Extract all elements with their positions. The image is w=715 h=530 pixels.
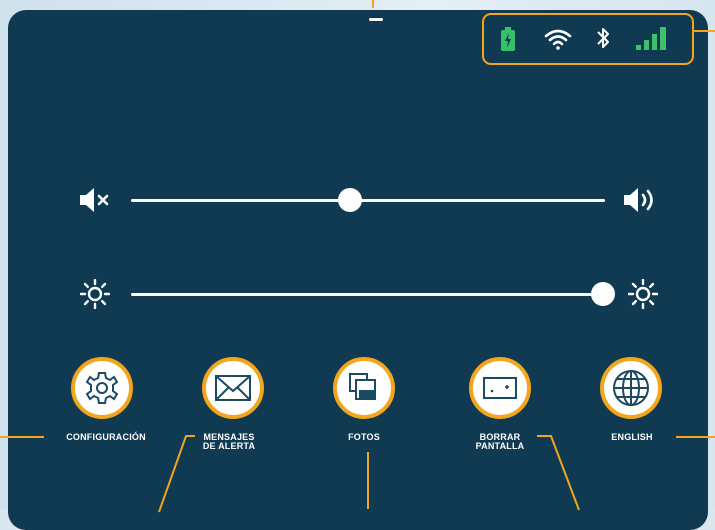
brightness-slider[interactable]: [131, 293, 605, 296]
alert-messages-label: MENSAJES DE ALERTA: [202, 432, 256, 451]
settings-label: CONFIGURACIÓN: [66, 432, 146, 442]
clear-screen-button[interactable]: [469, 357, 531, 419]
envelope-icon: [215, 375, 251, 401]
pull-down-handle[interactable]: [369, 18, 383, 21]
clear-screen-icon: [483, 377, 517, 399]
callout-line-top: [372, 0, 374, 8]
english-language-button[interactable]: [600, 357, 662, 419]
settings-button[interactable]: [71, 357, 133, 419]
status-bar: [482, 13, 694, 65]
battery-charging-icon: [501, 27, 515, 51]
signal-icon: [636, 27, 666, 50]
english-label: ENGLISH: [611, 432, 653, 442]
callout-line-status: [694, 30, 715, 32]
globe-icon: [613, 370, 649, 406]
gear-icon: [85, 372, 119, 404]
mute-icon: [80, 188, 109, 212]
volume-slider[interactable]: [131, 199, 605, 202]
callout-line-photos: [367, 452, 369, 509]
volume-high-icon: [624, 188, 653, 212]
photos-icon: [349, 373, 376, 400]
control-panel-screen: [8, 10, 708, 530]
alert-messages-button[interactable]: [202, 357, 264, 419]
brightness-slider-knob[interactable]: [591, 282, 615, 306]
callout-line-alert-messages: [158, 435, 195, 513]
brightness-low-icon: [80, 279, 110, 309]
callout-line-settings: [0, 436, 44, 438]
volume-slider-knob[interactable]: [338, 188, 362, 212]
callout-line-english: [676, 436, 715, 438]
clear-screen-label: BORRAR PANTALLA: [475, 432, 525, 451]
brightness-high-icon: [628, 279, 658, 309]
wifi-icon: [544, 29, 572, 50]
bluetooth-icon: [597, 28, 609, 48]
photos-button[interactable]: [333, 357, 395, 419]
photos-label: FOTOS: [348, 432, 380, 442]
callout-line-clear-screen: [537, 435, 580, 511]
